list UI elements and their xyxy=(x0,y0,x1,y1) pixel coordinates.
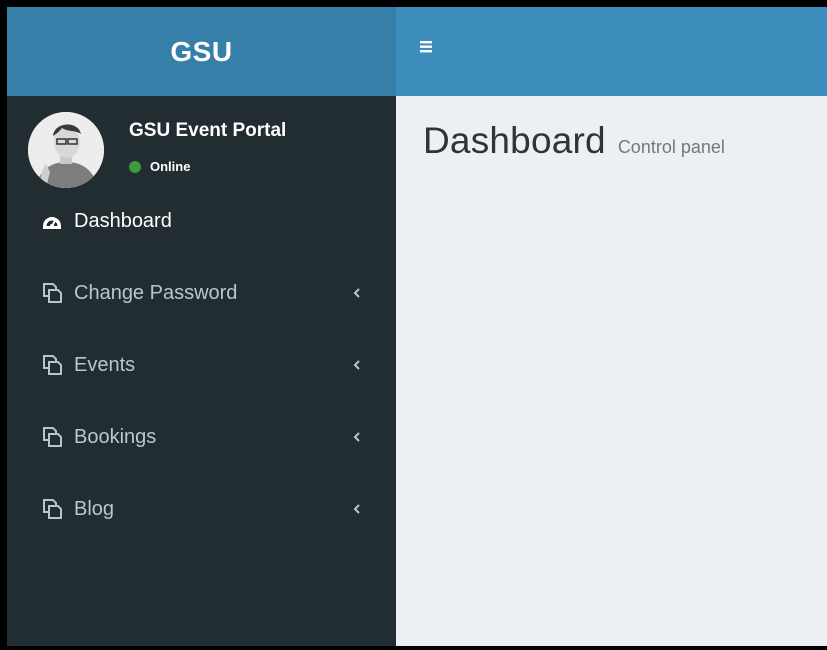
chevron-left-icon xyxy=(353,432,360,442)
sidebar-item-label: Dashboard xyxy=(74,210,172,232)
chevron-left-icon xyxy=(353,288,360,298)
sidebar: GSU Event Portal Online Dashboard Change… xyxy=(7,96,396,646)
sidebar-item-label: Change Password xyxy=(74,282,238,304)
sidebar-item-blog[interactable]: Blog xyxy=(7,497,396,569)
page-title: Dashboard xyxy=(423,120,606,161)
sidebar-item-events[interactable]: Events xyxy=(7,353,396,425)
sidebar-menu: Dashboard Change Password Events Booking… xyxy=(7,209,396,569)
chevron-left-icon xyxy=(353,360,360,370)
top-navbar xyxy=(396,7,827,96)
copy-icon xyxy=(43,427,62,447)
user-status: Online xyxy=(129,159,190,174)
hamburger-icon xyxy=(420,41,432,53)
sidebar-item-dashboard[interactable]: Dashboard xyxy=(7,209,396,281)
sidebar-toggle-button[interactable] xyxy=(420,40,440,60)
dashboard-icon xyxy=(43,217,61,229)
chevron-left-icon xyxy=(353,504,360,514)
avatar-image xyxy=(28,112,104,188)
sidebar-item-change-password[interactable]: Change Password xyxy=(7,281,396,353)
logo[interactable]: GSU xyxy=(7,7,396,96)
sidebar-item-bookings[interactable]: Bookings xyxy=(7,425,396,497)
page-subtitle: Control panel xyxy=(617,137,725,157)
online-status-dot-icon xyxy=(129,160,141,173)
user-name: GSU Event Portal xyxy=(129,120,287,141)
logo-text: GSU xyxy=(170,35,233,67)
copy-icon xyxy=(43,283,62,303)
sidebar-item-label: Blog xyxy=(74,498,115,520)
avatar xyxy=(28,112,104,188)
copy-icon xyxy=(43,355,62,375)
app-window: GSU GSU Event Portal Online Dashboard Ch… xyxy=(7,7,827,646)
user-panel: GSU Event Portal Online xyxy=(7,96,396,198)
copy-icon xyxy=(43,499,62,519)
main-content: Dashboard Control panel xyxy=(396,96,827,646)
status-label: Online xyxy=(150,159,191,174)
page-header: Dashboard Control panel xyxy=(423,120,725,162)
sidebar-item-label: Bookings xyxy=(74,426,157,448)
sidebar-item-label: Events xyxy=(74,354,136,376)
